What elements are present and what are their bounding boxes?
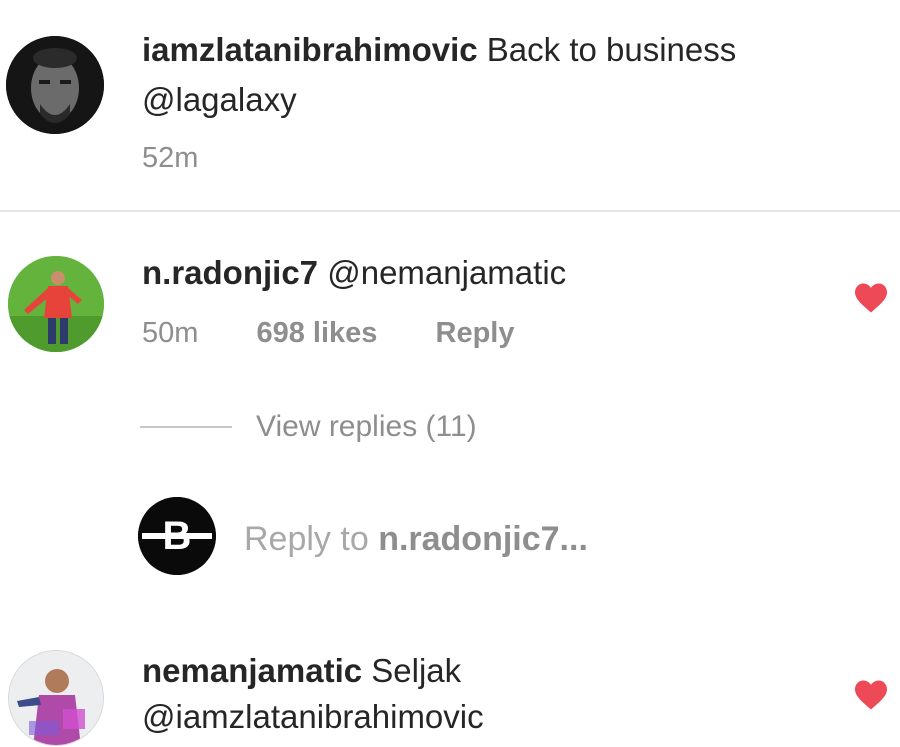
comment-mention[interactable]: @iamzlatanibrahimovic [142,698,484,735]
comment-mention-line: @iamzlatanibrahimovic [142,697,484,737]
reply-composer-prompt: Reply to [244,520,369,558]
comment-avatar[interactable] [8,256,104,352]
comment-avatar[interactable] [8,650,104,746]
post-timestamp: 52m [142,142,199,174]
comment-text[interactable]: @nemanjamatic [327,254,566,291]
post-mention-line: @lagalaxy [142,80,297,120]
reply-button[interactable]: Reply [436,317,515,349]
heart-icon[interactable] [853,282,889,314]
comment-line: n.radonjic7 @nemanjamatic [142,253,566,293]
view-replies-button[interactable]: View replies (11) [256,410,477,444]
comment-username[interactable]: nemanjamatic [142,652,362,689]
reply-composer-avatar-letter: B [163,514,192,558]
post-author-avatar[interactable] [6,36,104,134]
heart-icon[interactable] [853,679,889,711]
post-caption-text: Back to business [486,31,737,68]
reply-composer-input[interactable]: Reply to n.radonjic7... [244,520,588,559]
comment-text: Seljak [371,652,462,689]
comment-timestamp: 50m [142,317,199,349]
comment-likes[interactable]: 698 likes [256,317,377,349]
post-caption-line: iamzlatanibrahimovic Back to business [142,30,736,70]
view-replies-line [140,426,232,428]
reply-composer-target: n.radonjic7... [378,520,588,558]
comment-line: nemanjamatic Seljak [142,651,461,691]
post-mention[interactable]: @lagalaxy [142,81,297,118]
reply-composer-avatar: B [138,497,216,575]
comment-meta: 50m 698 likes Reply [142,316,514,350]
post-author-username[interactable]: iamzlatanibrahimovic [142,31,478,68]
comment-username[interactable]: n.radonjic7 [142,254,318,291]
divider [0,210,900,212]
